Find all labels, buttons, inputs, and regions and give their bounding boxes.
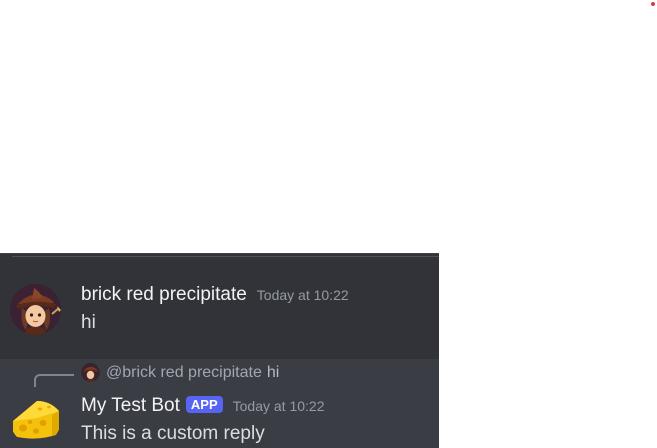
witch-character-avatar-icon	[81, 363, 100, 382]
message-username[interactable]: My Test Bot	[81, 395, 180, 417]
message-timestamp: Today at 10:22	[232, 398, 325, 414]
message-header: My Test Bot APP Today at 10:22	[81, 395, 325, 417]
page: brick red precipitate Today at 10:22 hi	[0, 0, 657, 448]
app-badge: APP	[185, 396, 223, 413]
message-timestamp: Today at 10:22	[256, 287, 349, 303]
message-content: hi	[81, 312, 96, 333]
message-header: brick red precipitate Today at 10:22	[81, 284, 349, 306]
reply-content[interactable]: hi	[267, 364, 279, 382]
chat-top-edge	[0, 253, 439, 254]
notification-dot	[651, 2, 655, 6]
witch-character-avatar-icon[interactable]	[10, 284, 61, 335]
message-username[interactable]: brick red precipitate	[81, 284, 247, 306]
cheese-avatar-icon[interactable]	[10, 394, 61, 445]
message-content: This is a custom reply	[81, 423, 265, 444]
reply-username[interactable]: @brick red precipitate	[106, 364, 262, 382]
message-item[interactable]: @brick red precipitate hi My Test Bot AP…	[0, 359, 439, 448]
chat-message-list: brick red precipitate Today at 10:22 hi	[0, 253, 439, 448]
message-item[interactable]: brick red precipitate Today at 10:22 hi	[0, 277, 439, 359]
reply-reference[interactable]: @brick red precipitate hi	[81, 363, 279, 382]
reply-spine	[34, 374, 74, 387]
message-divider	[12, 256, 439, 257]
